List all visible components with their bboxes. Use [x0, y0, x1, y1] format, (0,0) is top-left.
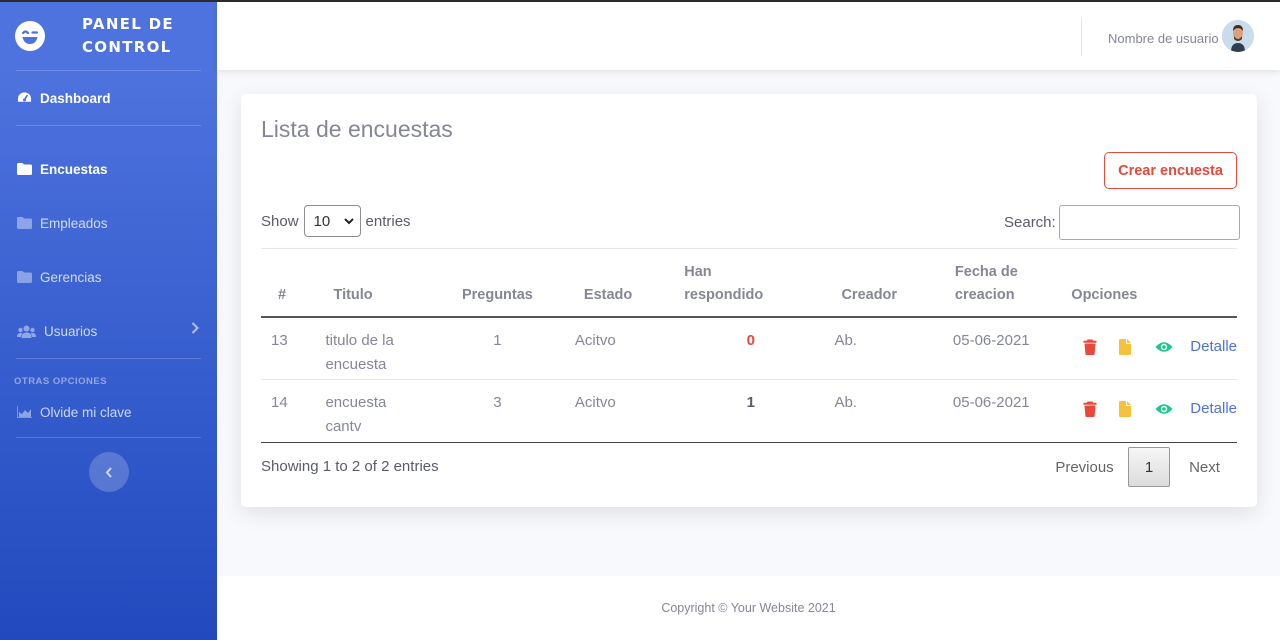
table-row: 13 titulo de la encuesta 1 Acitvo 0 Ab. 0…: [261, 317, 1237, 380]
cell-titulo: titulo de la encuesta: [325, 317, 424, 380]
cell-estado: Acitvo: [574, 394, 616, 411]
sidebar-item-dashboard[interactable]: Dashboard: [0, 71, 217, 125]
user-name[interactable]: Nombre de usuario: [1108, 31, 1219, 46]
column-header-line: Fecha de: [954, 263, 1018, 280]
chevron-down-icon: [343, 217, 354, 224]
cell-titulo-line: encuesta: [325, 394, 387, 411]
surveys-table: # Titulo Preguntas Estado Han respondido …: [261, 248, 1237, 443]
cell-fecha: 05-06-2021: [952, 394, 1030, 411]
cell-han-respondido: 1: [746, 394, 756, 411]
folder-icon: [16, 216, 32, 230]
column-header-line: Han: [684, 263, 712, 280]
folder-icon: [16, 162, 32, 176]
surveys-card: Lista de encuestas Crear encuesta Show 1…: [241, 94, 1257, 507]
tachometer-icon: [16, 91, 32, 105]
sidebar-heading: OTRAS OPCIONES: [14, 376, 108, 387]
cell-titulo: encuesta cantv: [325, 380, 424, 443]
detail-link[interactable]: Detalle: [1190, 335, 1237, 359]
footer: Copyright © Your Website 2021: [217, 576, 1280, 640]
table-info: Showing 1 to 2 of 2 entries: [261, 458, 439, 475]
column-header-fecha[interactable]: Fecha de creacion: [935, 248, 1063, 318]
avatar[interactable]: [1222, 20, 1254, 52]
laugh-wink-icon: [15, 21, 45, 51]
column-header-han-respondido[interactable]: Han respondido: [681, 248, 821, 318]
sidebar-item-usuarios[interactable]: Usuarios: [0, 304, 217, 358]
sidebar-item-label: Usuarios: [44, 323, 98, 339]
sidebar-item-gerencias[interactable]: Gerencias: [0, 250, 217, 304]
column-header-opciones: Opciones: [1062, 248, 1237, 318]
cell-titulo-line: titulo de la: [325, 331, 394, 349]
sidebar: PANEL DE CONTROL Dashboard Encuestas Emp…: [0, 2, 217, 640]
sidebar-item-empleados[interactable]: Empleados: [0, 196, 217, 250]
cell-num: 13: [271, 331, 288, 349]
cell-estado: Acitvo: [574, 331, 616, 349]
users-icon: [16, 324, 36, 338]
column-header-titulo[interactable]: Titulo: [325, 248, 425, 318]
chevron-left-icon: [105, 466, 112, 478]
avatar-image: [1222, 20, 1254, 52]
column-header-estado[interactable]: Estado: [569, 248, 682, 318]
sidebar-item-encuestas[interactable]: Encuestas: [0, 142, 217, 196]
topbar-divider: [1081, 18, 1082, 56]
sidebar-toggle-button[interactable]: [88, 452, 129, 492]
trash-icon[interactable]: [1083, 339, 1097, 355]
row-options: Detalle: [1071, 329, 1237, 359]
pagination-page-1[interactable]: 1: [1128, 447, 1170, 487]
detail-link[interactable]: Detalle: [1190, 397, 1237, 421]
search-label: Search:: [1004, 214, 1056, 231]
eye-icon[interactable]: [1155, 403, 1173, 415]
cell-fecha: 05-06-2021: [952, 331, 1030, 349]
entries-length-control: Show 10 entries: [261, 205, 411, 237]
sidebar-brand[interactable]: PANEL DE CONTROL: [0, 2, 217, 70]
copyright-text: Copyright © Your Website 2021: [661, 601, 836, 615]
cell-creador: Ab.: [834, 394, 857, 411]
entries-select-value: 10: [313, 212, 331, 230]
window-top-border: [0, 0, 1280, 2]
length-label-after: entries: [365, 212, 411, 230]
chevron-right-icon: [191, 322, 199, 337]
eye-icon[interactable]: [1155, 341, 1173, 353]
chart-area-icon: [16, 405, 32, 419]
sidebar-item-olvide-clave[interactable]: Olvide mi clave: [0, 387, 217, 437]
topbar: Nombre de usuario: [217, 2, 1280, 70]
sidebar-item-label: Encuestas: [40, 161, 108, 177]
cell-titulo-line: cantv: [325, 418, 362, 435]
cell-preguntas: 1: [493, 331, 502, 349]
brand-line-2: CONTROL: [82, 38, 172, 56]
cell-titulo-line: encuesta: [325, 355, 387, 373]
row-options: Detalle: [1071, 391, 1237, 421]
sidebar-item-label: Olvide mi clave: [40, 404, 132, 420]
column-header-num[interactable]: #: [261, 248, 326, 318]
pagination: Previous 1 Next: [1041, 447, 1239, 487]
sidebar-item-label: Empleados: [40, 215, 108, 231]
cell-num: 14: [271, 394, 288, 411]
sidebar-item-label: Dashboard: [40, 90, 111, 106]
brand-line-1: PANEL DE: [82, 15, 174, 33]
sidebar-divider: [16, 358, 201, 359]
file-icon[interactable]: [1119, 338, 1132, 355]
column-header-creador[interactable]: Creador: [820, 248, 936, 318]
pagination-next[interactable]: Next: [1170, 459, 1239, 476]
column-header-line: respondido: [684, 286, 764, 303]
trash-icon[interactable]: [1083, 401, 1097, 417]
column-header-line: creacion: [954, 286, 1015, 303]
folder-icon: [16, 270, 32, 284]
cell-han-respondido: 0: [746, 331, 756, 349]
create-survey-button[interactable]: Crear encuesta: [1104, 152, 1237, 189]
file-icon[interactable]: [1119, 401, 1132, 417]
table-row: 14 encuesta cantv 3 Acitvo 1 Ab. 05-06-20…: [261, 380, 1237, 443]
pagination-previous[interactable]: Previous: [1041, 459, 1128, 476]
cell-creador: Ab.: [834, 331, 857, 349]
sidebar-item-label: Gerencias: [40, 269, 102, 285]
search-input[interactable]: [1058, 205, 1240, 240]
table-header-row: # Titulo Preguntas Estado Han respondido …: [261, 248, 1237, 318]
entries-select[interactable]: 10: [303, 205, 361, 237]
column-header-preguntas[interactable]: Preguntas: [424, 248, 570, 318]
cell-preguntas: 3: [493, 394, 502, 411]
page-title: Lista de encuestas: [261, 116, 453, 142]
search-control: Search:: [1004, 205, 1240, 240]
brand-name: PANEL DE CONTROL: [82, 13, 174, 59]
sidebar-divider: [16, 437, 201, 438]
length-label-before: Show: [261, 212, 299, 230]
